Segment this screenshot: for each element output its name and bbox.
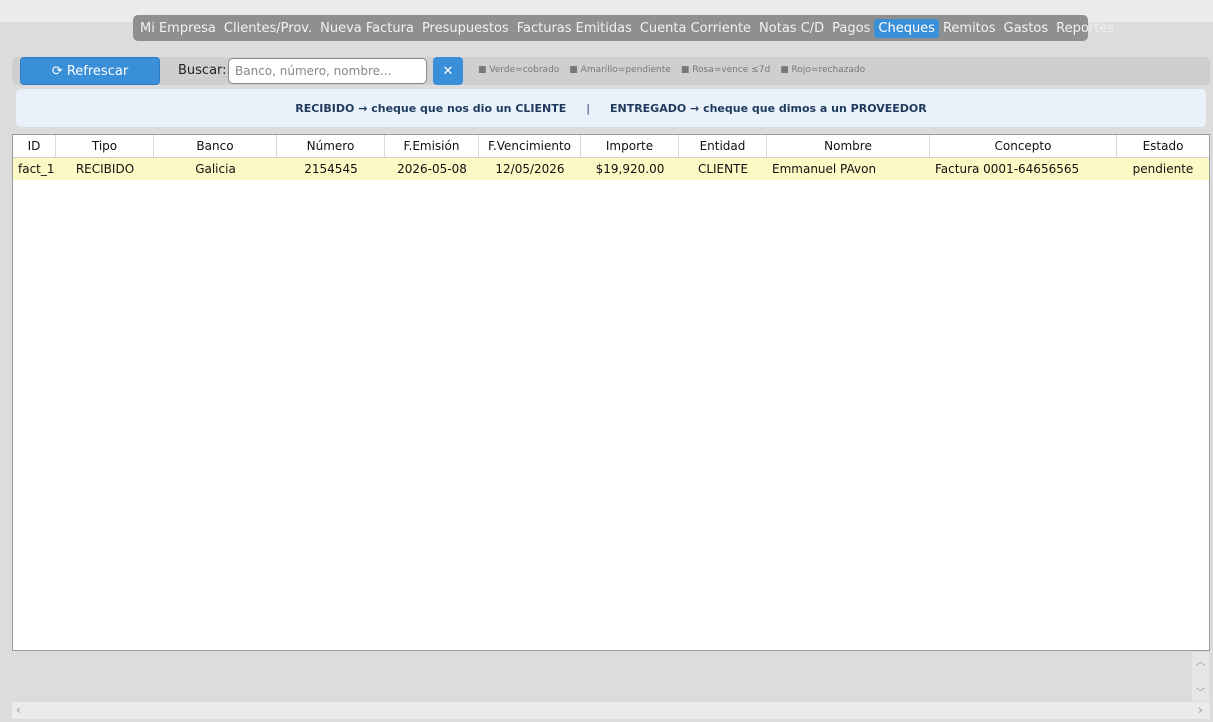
column-header-concepto[interactable]: Concepto [930,135,1117,157]
tab-cheques[interactable]: Cheques [874,18,939,38]
cell-entidad: CLIENTE [697,162,749,176]
scroll-up-icon[interactable]: ︿ [1192,653,1209,668]
scroll-right-icon[interactable]: › [1198,703,1203,717]
close-icon: ✕ [442,63,454,79]
cell-banco: Galicia [195,162,236,176]
cell-importe: $19,920.00 [595,162,665,176]
scroll-down-icon[interactable]: ﹀ [1192,684,1209,699]
refresh-button[interactable]: ⟳ Refrescar [20,57,160,85]
cell-tipo: RECIBIDO [75,162,135,176]
tab-mi-empresa[interactable]: Mi Empresa [136,19,220,38]
info-received: RECIBIDO → cheque que nos dio un CLIENTE [295,101,567,115]
column-header-f-vencimiento[interactable]: F.Vencimiento [479,135,581,157]
cheques-toolbar: ⟳ Refrescar Buscar: ✕ ■ Verde=cobrado ■ … [12,57,1210,85]
column-header-numero[interactable]: Número [277,135,385,157]
info-delivered: ENTREGADO → cheque que dimos a un PROVEE… [609,101,927,115]
cell-nombre: Emmanuel PAvon [772,162,877,176]
column-header-importe[interactable]: Importe [581,135,679,157]
column-header-nombre[interactable]: Nombre [767,135,930,157]
column-header-estado[interactable]: Estado [1117,135,1209,157]
tab-clientes-prov[interactable]: Clientes/Prov. [220,19,316,38]
cell-numero: 2154545 [304,162,358,176]
tab-notas-cd[interactable]: Notas C/D [755,19,828,38]
search-input[interactable] [228,58,427,84]
scroll-left-icon[interactable]: ‹ [16,703,21,717]
tab-cuenta-corriente[interactable]: Cuenta Corriente [636,19,755,38]
tab-pagos[interactable]: Pagos [828,19,874,38]
horizontal-scrollbar[interactable]: ‹ › [12,702,1210,719]
legend-rechazado: ■ Rojo=rechazado [780,65,866,75]
cheques-table: ID Tipo Banco Número F.Emisión F.Vencimi… [12,134,1210,651]
column-header-id[interactable]: ID [13,135,56,157]
column-header-f-emision[interactable]: F.Emisión [385,135,479,157]
cell-f-vencimiento: 12/05/2026 [495,162,565,176]
tab-remitos[interactable]: Remitos [939,19,1000,38]
main-tab-bar: Mi Empresa Clientes/Prov. Nueva Factura … [133,15,1114,41]
tab-gastos[interactable]: Gastos [1000,19,1053,38]
cell-concepto: Factura 0001-64656565 [935,162,1080,176]
legend-pendiente: ■ Amarillo=pendiente [569,65,671,75]
column-header-entidad[interactable]: Entidad [679,135,767,157]
column-header-tipo[interactable]: Tipo [56,135,154,157]
info-separator: | [586,101,590,115]
table-row[interactable]: fact_1 RECIBIDO Galicia 2154545 2026-05-… [13,158,1209,180]
legend-cobrado: ■ Verde=cobrado [478,65,560,75]
table-header: ID Tipo Banco Número F.Emisión F.Vencimi… [13,135,1209,158]
tab-facturas-emitidas[interactable]: Facturas Emitidas [513,19,636,38]
legend-vence: ■ Rosa=vence ≤7d [680,65,771,75]
cell-estado: pendiente [1132,162,1194,176]
search-label: Buscar: [178,63,227,78]
clear-search-button[interactable]: ✕ [433,57,463,85]
vertical-scrollbar[interactable]: ︿ ﹀ [1192,652,1209,701]
tab-reportes[interactable]: Reportes [1052,19,1118,38]
tab-presupuestos[interactable]: Presupuestos [418,19,513,38]
cell-id: fact_1 [18,162,55,176]
status-color-legend: ■ Verde=cobrado ■ Amarillo=pendiente ■ R… [478,65,865,75]
column-header-banco[interactable]: Banco [154,135,277,157]
cell-f-emision: 2026-05-08 [397,162,467,176]
cheque-type-info-banner: RECIBIDO → cheque que nos dio un CLIENTE… [16,89,1206,127]
tab-nueva-factura[interactable]: Nueva Factura [316,19,418,38]
